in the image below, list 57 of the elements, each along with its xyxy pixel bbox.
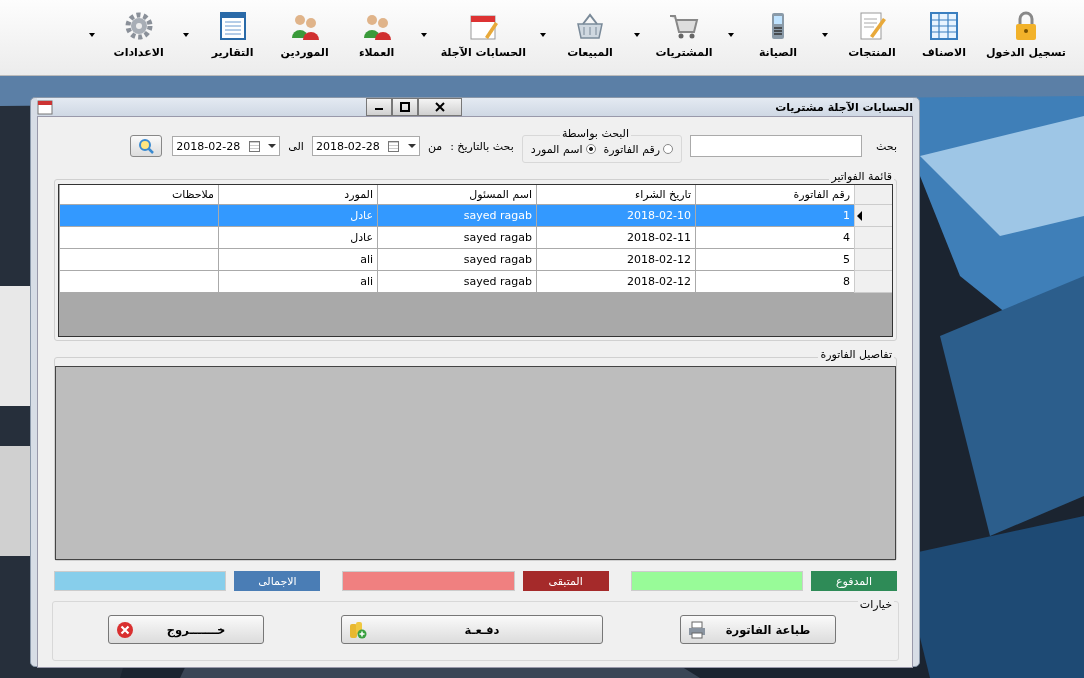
search-field[interactable] bbox=[690, 135, 863, 157]
toolbar-button[interactable]: الحسابات الآجلة bbox=[434, 8, 532, 61]
total-label: المدفوع bbox=[811, 571, 897, 591]
date-picker[interactable]: 2018-02-28 bbox=[172, 136, 281, 156]
toolbar-button[interactable]: الصيانة bbox=[742, 8, 814, 61]
table-cell: ali bbox=[218, 271, 377, 293]
row-header[interactable] bbox=[854, 205, 892, 227]
dropdown-caret-icon[interactable] bbox=[88, 32, 95, 37]
toolbar-button[interactable]: الاصناف bbox=[908, 8, 980, 61]
minimize-button[interactable] bbox=[366, 98, 393, 116]
search-icon bbox=[138, 138, 155, 154]
toolbar-button[interactable]: الاعدادات bbox=[102, 8, 175, 61]
payment-button[interactable]: دفـعـة bbox=[341, 615, 603, 644]
table-cell: 2018-02-12 bbox=[536, 271, 695, 293]
maximize-icon bbox=[400, 102, 411, 112]
close-icon bbox=[435, 102, 446, 112]
table-cell: 8 bbox=[695, 271, 854, 293]
dropdown-caret-icon[interactable] bbox=[182, 32, 189, 37]
panel-title: قائمة الفواتير bbox=[829, 170, 894, 183]
toolbar-button[interactable]: المنتجات bbox=[836, 8, 908, 61]
toolbar-button[interactable]: العملاء bbox=[340, 8, 413, 61]
radio-option[interactable]: اسم المورد bbox=[530, 142, 596, 156]
close-button[interactable] bbox=[418, 98, 463, 116]
cancel-icon bbox=[115, 619, 135, 640]
total-label: الاجمالى bbox=[234, 571, 321, 591]
toolbar-button[interactable]: التقارير bbox=[196, 8, 269, 61]
maximize-button[interactable] bbox=[392, 98, 419, 116]
print-button[interactable]: طباعة الفاتورة bbox=[680, 615, 836, 644]
dropdown-caret-icon[interactable] bbox=[420, 32, 427, 37]
search-label: بحث bbox=[876, 139, 897, 153]
toolbar-button[interactable]: تسجيل الدخول bbox=[980, 8, 1072, 61]
radio-option[interactable]: رقم الفاتورة bbox=[603, 142, 674, 156]
toolbar-button[interactable]: الموردين bbox=[268, 8, 341, 61]
table-cell: sayed ragab bbox=[377, 271, 536, 293]
printer-icon bbox=[687, 619, 707, 640]
from-label: من bbox=[427, 139, 443, 153]
calendar-icon bbox=[37, 99, 53, 115]
exit-button[interactable]: خـــــــروج bbox=[108, 615, 264, 644]
table-corner bbox=[854, 185, 892, 205]
coins-icon bbox=[348, 619, 368, 640]
group-title: خيارات bbox=[857, 598, 894, 611]
group-title: البحث بواسطة bbox=[559, 127, 632, 140]
toolbar-button[interactable]: المبيعات bbox=[554, 8, 626, 61]
to-label: الى bbox=[288, 139, 304, 153]
date-filter-label: بحث بالتاريخ : bbox=[450, 139, 514, 153]
row-pointer-icon bbox=[857, 210, 862, 221]
search-button[interactable] bbox=[130, 135, 163, 157]
dropdown-caret-icon[interactable] bbox=[822, 32, 828, 37]
date-picker[interactable]: 2018-02-28 bbox=[311, 136, 420, 156]
panel-title: تفاصيل الفاتورة bbox=[818, 348, 894, 361]
dropdown-caret-icon[interactable] bbox=[728, 32, 734, 37]
table-icon bbox=[928, 10, 960, 42]
dropdown-caret-icon[interactable] bbox=[634, 32, 640, 37]
total-label: المتبقى bbox=[522, 571, 609, 591]
toolbar-button[interactable]: المشتريات bbox=[648, 8, 720, 61]
window-title: الحسابات الآجلة مشتريات bbox=[775, 100, 913, 114]
dropdown-caret-icon[interactable] bbox=[540, 32, 546, 37]
